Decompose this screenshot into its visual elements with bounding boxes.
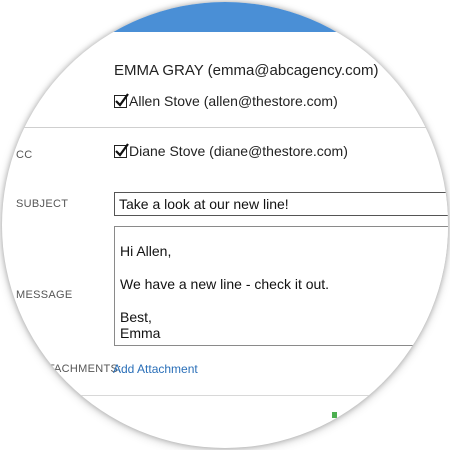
message-greeting: Hi Allen, — [120, 243, 172, 259]
subject-input[interactable] — [114, 192, 448, 216]
circular-zoom-frame: EMMA GRAY (emma@abcagency.com) Allen Sto… — [2, 2, 448, 448]
message-textarea[interactable]: Hi Allen, We have a new line - check it … — [114, 226, 448, 346]
partial-button-fragment — [332, 412, 337, 418]
checkmark-icon — [115, 142, 129, 157]
cc-recipient-checkbox[interactable] — [114, 142, 129, 158]
message-label: MESSAGE — [16, 289, 73, 301]
footer-divider — [62, 395, 402, 396]
message-signature: Emma — [120, 325, 161, 341]
to-recipient-checkbox[interactable] — [114, 92, 129, 108]
attachments-label: ATTACHMENTS: — [34, 363, 122, 375]
cc-recipient-row[interactable]: Diane Stove (diane@thestore.com) — [114, 142, 348, 159]
subject-label: SUBJECT — [16, 198, 69, 210]
sender-line: EMMA GRAY (emma@abcagency.com) — [114, 62, 379, 79]
cc-recipient-label: Diane Stove (diane@thestore.com) — [129, 143, 348, 159]
checkmark-icon — [115, 92, 129, 107]
to-recipient-label: Allen Stove (allen@thestore.com) — [129, 93, 338, 109]
message-closing: Best, — [120, 309, 152, 325]
header-bar — [2, 2, 448, 32]
section-divider — [2, 127, 448, 128]
to-recipient-row[interactable]: Allen Stove (allen@thestore.com) — [114, 92, 338, 109]
cc-label: CC — [16, 149, 33, 161]
add-attachment-link[interactable]: Add Attachment — [113, 362, 198, 376]
message-body: We have a new line - check it out. — [120, 276, 330, 292]
